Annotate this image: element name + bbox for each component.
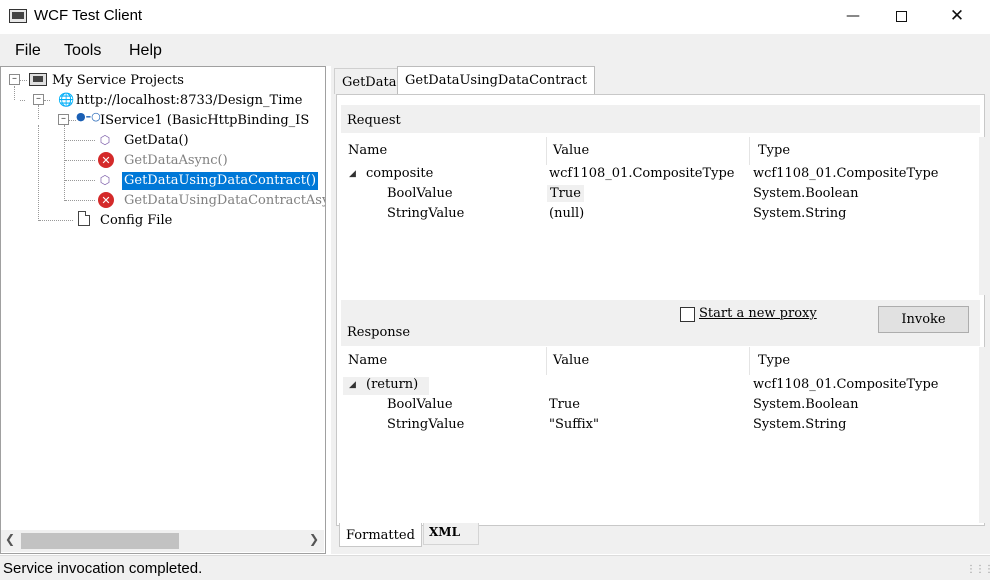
collapse-contract-icon[interactable]: – [58,114,69,125]
status-bar: Service invocation completed. ⋮⋮⋮ [0,555,990,580]
projects-icon [29,73,47,86]
tree-horizontal-scrollbar[interactable]: ❮ ❯ [1,530,324,552]
request-label: Request [347,113,401,128]
column-type[interactable]: Type [758,143,790,158]
request-scrollbar[interactable] [979,137,987,295]
scrollbar-thumb[interactable] [21,533,179,549]
scroll-left-icon[interactable]: ❮ [5,532,15,546]
invoke-button[interactable]: Invoke [878,306,969,333]
column-type[interactable]: Type [758,353,790,368]
response-row-value: True [549,397,580,412]
column-name[interactable]: Name [348,143,387,158]
tab-formatted[interactable]: Formatted [339,523,422,547]
tab-panel: Request Name Value Type ◢ composite wcf1… [336,94,987,526]
collapse-endpoint-icon[interactable]: – [33,94,44,105]
tree-op-getdata[interactable]: GetData() [124,133,189,148]
menu-tools[interactable]: Tools [64,42,101,60]
cube-icon: ⬡ [99,133,111,147]
service-tree[interactable]: – My Service Projects – 🌐 http://localho… [0,66,326,554]
request-grid[interactable]: Name Value Type ◢ composite wcf1108_01.C… [341,137,975,295]
minimize-icon: — [846,8,860,24]
operation-area: GetData GetDataUsingDataContract Request… [331,66,990,554]
response-row-type: System.String [753,417,847,432]
menu-help[interactable]: Help [129,42,162,60]
scroll-right-icon[interactable]: ❯ [309,532,319,546]
close-button[interactable]: ✕ [934,0,980,32]
start-new-proxy-checkbox[interactable] [680,307,695,322]
response-row-type: System.Boolean [753,397,859,412]
tree-op-getdatausingdatacontract[interactable]: GetDataUsingDataContract() [122,172,319,190]
error-icon: ✕ [98,192,114,208]
collapse-triangle-icon[interactable]: ◢ [349,380,356,390]
tab-getdatausingdatacontract[interactable]: GetDataUsingDataContract [397,66,595,95]
request-row-value[interactable]: wcf1108_01.CompositeType [549,166,735,181]
cube-icon: ⬡ [99,173,111,187]
column-separator[interactable] [546,347,547,375]
tree-config-file[interactable]: Config File [100,213,172,228]
column-value[interactable]: Value [553,143,589,158]
collapse-root-icon[interactable]: – [9,74,20,85]
close-icon: ✕ [949,6,965,26]
tree-op-getdatausingdatacontractasync[interactable]: GetDataUsingDataContractAsy [124,193,325,208]
response-header: Response Start a new proxy Invoke [341,300,980,346]
tree-op-getdataasync[interactable]: GetDataAsync() [124,153,228,168]
tree-root[interactable]: My Service Projects [52,73,184,88]
start-new-proxy-label[interactable]: Start a new proxy [699,306,817,321]
maximize-icon [895,10,907,22]
response-grid[interactable]: Name Value Type ◢ (return) wcf1108_01.Co… [341,347,975,523]
tab-xml[interactable]: XML [423,523,479,545]
column-value[interactable]: Value [553,353,589,368]
response-row-type: wcf1108_01.CompositeType [753,377,939,392]
column-separator[interactable] [749,347,750,375]
column-separator[interactable] [749,137,750,165]
request-row-name: composite [366,166,434,181]
file-icon [78,211,90,226]
request-row-name: BoolValue [387,186,453,201]
column-separator[interactable] [546,137,547,165]
minimize-button[interactable]: — [830,0,876,32]
app-icon [9,9,27,23]
request-row-value[interactable]: (null) [549,206,584,221]
request-row-type: wcf1108_01.CompositeType [753,166,939,181]
maximize-button[interactable] [878,0,924,32]
resize-grip-icon[interactable]: ⋮⋮⋮ [966,564,990,575]
view-tabs: Formatted XML [336,523,985,547]
response-row-value: "Suffix" [549,417,599,432]
title-bar: WCF Test Client — ✕ [0,0,990,34]
response-row-name: BoolValue [387,397,453,412]
error-icon: ✕ [98,152,114,168]
request-header: Request [341,105,980,133]
tree-endpoint[interactable]: http://localhost:8733/Design_Time [76,93,302,108]
tab-getdata[interactable]: GetData [334,68,405,94]
menu-bar: File Tools Help [0,34,990,66]
response-row-name: StringValue [387,417,465,432]
menu-file[interactable]: File [15,42,41,60]
response-label: Response [347,325,411,340]
column-name[interactable]: Name [348,353,387,368]
interface-icon: ●–○ [76,110,101,123]
response-scrollbar[interactable] [979,347,987,523]
globe-icon: 🌐 [58,93,75,108]
request-row-type: System.Boolean [753,186,859,201]
response-row-name: (return) [366,377,419,392]
request-row-name: StringValue [387,206,465,221]
response-grid-header: Name Value Type [341,347,975,375]
collapse-triangle-icon[interactable]: ◢ [349,169,356,179]
status-text: Service invocation completed. [3,560,203,577]
request-row-value[interactable]: True [547,185,584,202]
window-title: WCF Test Client [34,7,143,24]
request-row-type: System.String [753,206,847,221]
tree-contract[interactable]: IService1 (BasicHttpBinding_IS [100,113,309,128]
request-grid-header: Name Value Type [341,137,975,165]
